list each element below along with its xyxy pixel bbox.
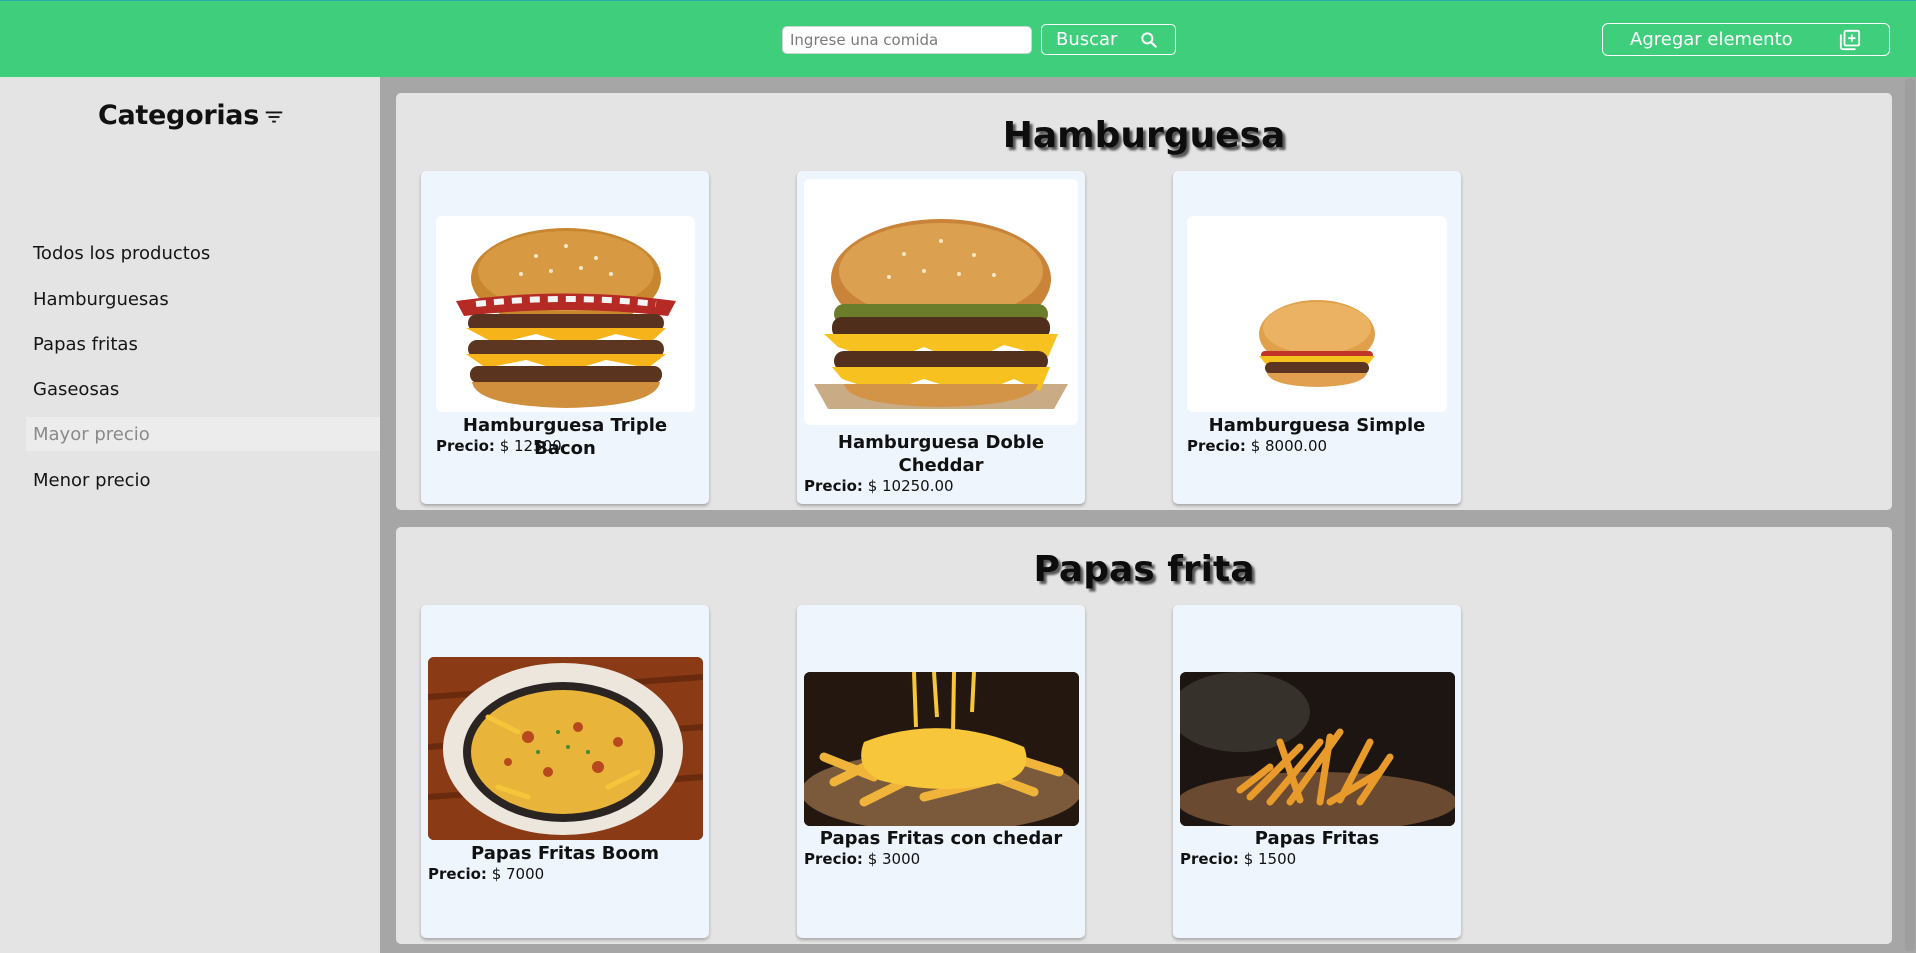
- main-content: Hamburguesa Hamburguesa Triple Bacon Pre…: [380, 77, 1916, 953]
- price-value: $ 7000: [491, 865, 545, 883]
- sidebar-header: Categorias: [98, 97, 285, 133]
- product-name: Papas Fritas con chedar: [819, 828, 1063, 849]
- category-label: Papas fritas: [33, 333, 138, 355]
- product-price: Precio: $ 8000.00: [1187, 437, 1327, 455]
- product-image-triple-bacon: [436, 216, 695, 412]
- price-label: Precio:: [428, 865, 487, 883]
- product-name: Hamburguesa Simple: [1208, 415, 1426, 436]
- filter-icon[interactable]: [263, 106, 285, 128]
- product-name: Papas Fritas Boom: [471, 843, 659, 864]
- add-element-button[interactable]: Agregar elemento: [1602, 23, 1890, 56]
- product-name: Papas Fritas: [1254, 828, 1380, 849]
- product-card[interactable]: Papas Fritas Precio: $ 1500: [1173, 605, 1461, 938]
- category-gaseosas[interactable]: Gaseosas: [26, 372, 380, 406]
- product-card[interactable]: Papas Fritas con chedar Precio: $ 3000: [797, 605, 1085, 938]
- category-label: Hamburguesas: [33, 288, 169, 310]
- category-label: Gaseosas: [33, 378, 120, 400]
- product-price: Precio: $ 12500: [436, 437, 562, 455]
- price-value: $ 8000.00: [1250, 437, 1328, 455]
- category-label: Mayor precio: [33, 423, 150, 445]
- product-name: Hamburguesa Doble Cheddar: [837, 432, 1045, 476]
- category-label: Menor precio: [33, 469, 151, 491]
- product-price: Precio: $ 7000: [428, 865, 544, 883]
- category-all-products[interactable]: Todos los productos: [26, 236, 380, 270]
- scrollbar-thumb[interactable]: [1905, 79, 1915, 951]
- price-value: $ 3000: [867, 850, 921, 868]
- section-papas-frita: Papas frita Papas Fritas Boom Precio: $: [396, 527, 1892, 944]
- product-card[interactable]: Hamburguesa Triple Bacon Precio: $ 12500: [421, 171, 709, 504]
- product-price: Precio: $ 3000: [804, 850, 920, 868]
- search-icon: [1141, 32, 1157, 48]
- category-papas-fritas[interactable]: Papas fritas: [26, 327, 380, 361]
- price-label: Precio:: [804, 477, 863, 495]
- top-bar: Buscar Agregar elemento: [0, 0, 1916, 77]
- price-label: Precio:: [1187, 437, 1246, 455]
- price-value: $ 1500: [1243, 850, 1297, 868]
- price-label: Precio:: [436, 437, 495, 455]
- product-image-fries: [1180, 672, 1455, 826]
- category-sidebar: Categorias Todos los productos Hamburgue…: [0, 77, 380, 953]
- price-value: $ 10250.00: [867, 477, 954, 495]
- search-input[interactable]: [782, 26, 1032, 54]
- product-price: Precio: $ 1500: [1180, 850, 1296, 868]
- scrollbar[interactable]: [1904, 77, 1916, 953]
- product-image-cheddar-fries: [804, 672, 1079, 826]
- price-label: Precio:: [1180, 850, 1239, 868]
- category-hamburguesas[interactable]: Hamburguesas: [26, 282, 380, 316]
- search-button-label: Buscar: [1056, 29, 1118, 50]
- price-value: $ 12500: [499, 437, 562, 455]
- product-image-fries-boom: [428, 657, 703, 840]
- product-card[interactable]: Papas Fritas Boom Precio: $ 7000: [421, 605, 709, 938]
- product-card[interactable]: Hamburguesa Doble Cheddar Precio: $ 1025…: [797, 171, 1085, 504]
- search-button[interactable]: Buscar: [1041, 24, 1176, 55]
- product-image-simple: [1187, 216, 1447, 412]
- section-hamburguesa: Hamburguesa Hamburguesa Triple Bacon Pre…: [396, 93, 1892, 510]
- section-title: Hamburguesa: [1002, 115, 1286, 156]
- section-title: Papas frita: [1033, 549, 1255, 590]
- sort-lowest-price[interactable]: Menor precio: [26, 463, 380, 497]
- product-card[interactable]: Hamburguesa Simple Precio: $ 8000.00: [1173, 171, 1461, 504]
- sort-highest-price[interactable]: Mayor precio: [26, 417, 380, 451]
- price-label: Precio:: [804, 850, 863, 868]
- category-label: Todos los productos: [33, 242, 211, 264]
- product-image-double-cheddar: [804, 179, 1078, 425]
- add-box-icon: [1839, 29, 1861, 51]
- sidebar-title: Categorias: [98, 99, 259, 131]
- add-element-label: Agregar elemento: [1630, 29, 1793, 50]
- product-price: Precio: $ 10250.00: [804, 477, 954, 495]
